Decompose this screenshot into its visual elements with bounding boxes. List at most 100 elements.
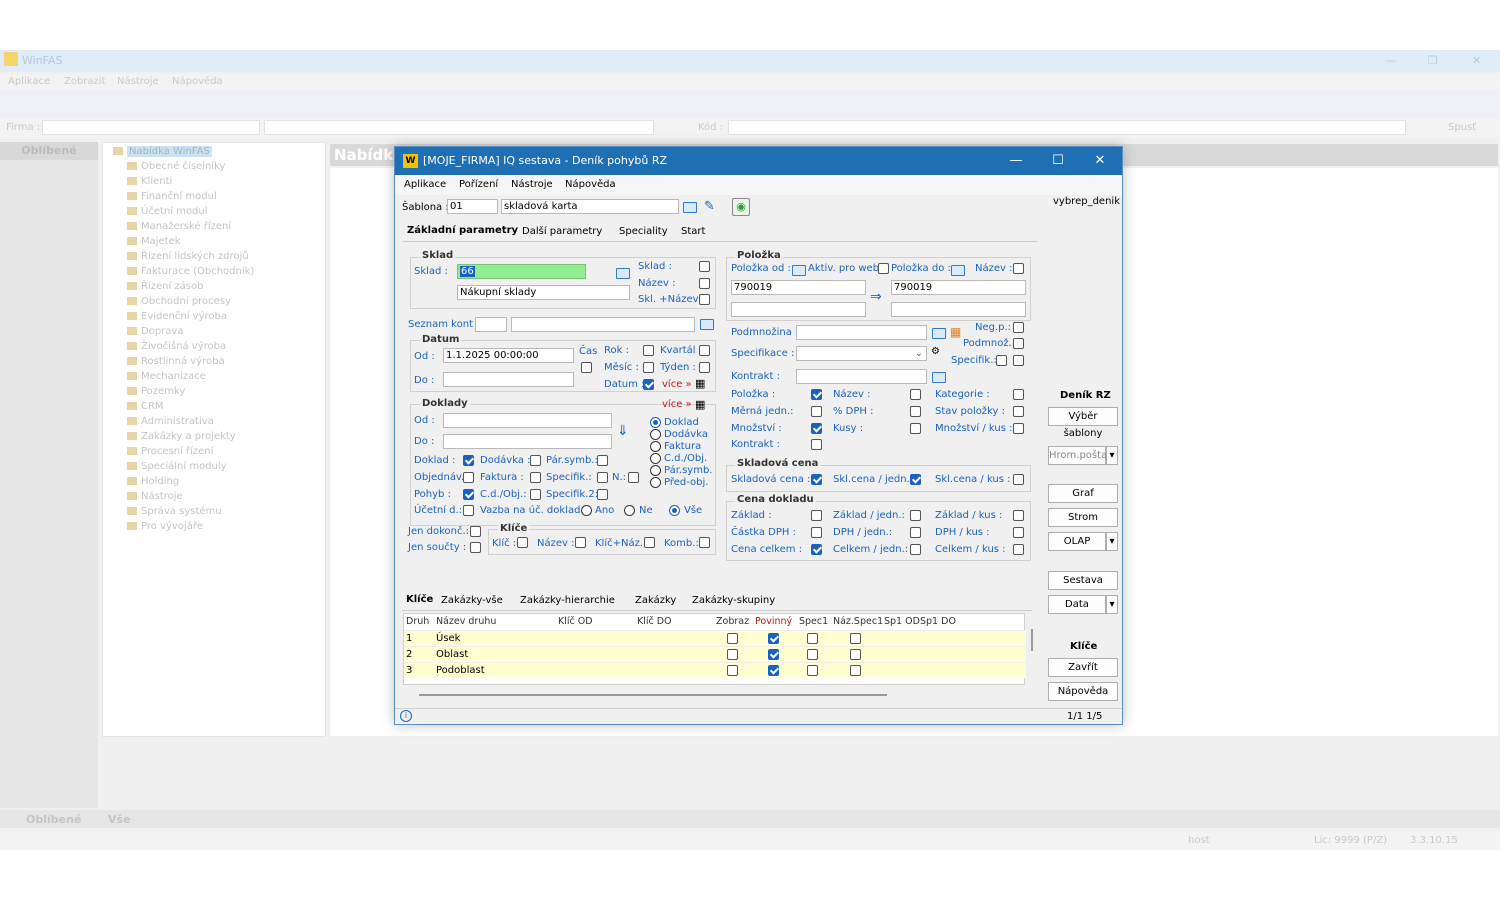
col-povinny[interactable]: Povinný (755, 616, 792, 627)
col-nazev-druhu[interactable]: Název druhu (436, 616, 496, 627)
olap-button[interactable]: OLAP (1048, 532, 1106, 551)
zaklad-checkbox[interactable] (811, 510, 822, 521)
folder-icon[interactable] (792, 265, 806, 276)
datum-checkbox[interactable] (643, 379, 654, 390)
doklady-od-input[interactable] (443, 413, 612, 428)
radio-doklad[interactable] (650, 417, 661, 428)
horizontal-scrollbar[interactable] (419, 694, 887, 696)
footer-vse-tab[interactable]: Vše (108, 813, 131, 826)
kontrakt-input[interactable] (796, 369, 927, 384)
vazba-vse-radio[interactable] (669, 505, 680, 516)
specifik-p2-checkbox[interactable] (1013, 355, 1024, 366)
tree-item[interactable]: Řízení zásob (113, 281, 203, 292)
sablona-name-input[interactable]: skladová karta (501, 199, 679, 214)
row-nazspec1-checkbox[interactable] (850, 649, 861, 660)
tree-item[interactable]: Administrativa (113, 416, 214, 427)
info-icon[interactable]: i (400, 710, 412, 722)
dodavka-checkbox[interactable] (530, 455, 541, 466)
sestava-button[interactable]: Sestava (1048, 571, 1118, 590)
klicnaz-checkbox[interactable] (644, 537, 655, 548)
ucetni-checkbox[interactable] (463, 505, 474, 516)
rok-checkbox[interactable] (643, 345, 654, 356)
data-button[interactable]: Data (1048, 595, 1106, 614)
tree-item[interactable]: Pro vývojáře (113, 521, 203, 532)
podmnozina-input[interactable] (796, 325, 927, 340)
specifik-checkbox[interactable] (597, 472, 608, 483)
sklad-checkbox[interactable] (699, 261, 710, 272)
tab-speciality[interactable]: Speciality (619, 226, 668, 237)
tree-item[interactable]: Obchodní procesy (113, 296, 231, 307)
tab-zakladni-parametry[interactable]: Základní parametry (407, 225, 518, 236)
close-icon[interactable]: ✕ (1472, 54, 1481, 67)
klic-nazev-checkbox[interactable] (575, 537, 586, 548)
zaklad-jedn-checkbox[interactable] (910, 510, 921, 521)
vyber-sablony-button[interactable]: Výběr šablony (1048, 407, 1118, 439)
close-icon[interactable]: ✕ (1085, 151, 1115, 171)
row-zobraz-checkbox[interactable] (727, 665, 738, 676)
spust-button[interactable]: Spusť (1448, 122, 1476, 133)
polozka-od-name-input[interactable] (731, 302, 866, 317)
kontrakt2-checkbox[interactable] (811, 439, 822, 450)
seznam-kont-name-input[interactable] (511, 317, 695, 332)
row-zobraz-checkbox[interactable] (727, 649, 738, 660)
tab-zakazky-skupiny[interactable]: Zakázky-skupiny (692, 595, 775, 606)
tree-root[interactable]: Nabídka WinFAS (127, 146, 212, 157)
sklcena-jedn-checkbox[interactable] (910, 474, 921, 485)
tree-item[interactable]: Rostlinná výroba (113, 356, 225, 367)
folder-icon[interactable] (700, 319, 714, 330)
folder-icon[interactable] (951, 265, 965, 276)
menu-aplikace[interactable]: Aplikace (404, 179, 446, 190)
row-zobraz-checkbox[interactable] (727, 633, 738, 644)
castka-dph-checkbox[interactable] (811, 527, 822, 538)
podmnoz-checkbox[interactable] (1013, 338, 1024, 349)
objednav-checkbox[interactable] (463, 472, 474, 483)
arrow-right-icon[interactable]: ⇒ (870, 289, 882, 305)
tree-item[interactable]: Evidenční výroba (113, 311, 227, 322)
restore-icon[interactable]: ❐ (1428, 54, 1438, 67)
tab-klice[interactable]: Klíče (406, 594, 433, 605)
polozka-do-name-input[interactable] (891, 302, 1026, 317)
tree-item[interactable]: Fakturace (Obchodník) (113, 266, 254, 277)
arrow-down-icon[interactable]: ⇓ (617, 423, 629, 439)
tree-item[interactable]: Řízení lidských zdrojů (113, 251, 249, 262)
dph-kus-checkbox[interactable] (1013, 527, 1024, 538)
vazba-ano-radio[interactable] (581, 505, 592, 516)
radio-cdobj[interactable] (650, 453, 661, 464)
row-nazspec1-checkbox[interactable] (850, 633, 861, 644)
tab-zakazky-vse[interactable]: Zakázky-vše (441, 595, 503, 606)
calendar-icon[interactable]: ▦ (695, 398, 705, 411)
vazba-ne-radio[interactable] (624, 505, 635, 516)
tree-item[interactable]: Mechanizace (113, 371, 206, 382)
specifikace-select[interactable]: ⌄ (796, 346, 927, 361)
zavrit-button[interactable]: Zavřít (1048, 658, 1118, 677)
table-row[interactable]: 2 Oblast (404, 646, 1026, 662)
negp-checkbox[interactable] (1013, 322, 1024, 333)
dph-checkbox[interactable] (910, 406, 921, 417)
jen-soucty-checkbox[interactable] (470, 542, 481, 553)
pencil-icon[interactable]: ✎ (704, 199, 715, 214)
p-nazev-checkbox[interactable] (910, 389, 921, 400)
sablona-code-input[interactable]: 01 (447, 199, 498, 214)
firma-input[interactable] (42, 120, 260, 135)
tab-start[interactable]: Start (681, 226, 705, 237)
specifik2-checkbox[interactable] (597, 489, 608, 500)
kategorie-checkbox[interactable] (1013, 389, 1024, 400)
aktiv-web-checkbox[interactable] (878, 263, 889, 274)
calendar-icon[interactable]: ▦ (695, 377, 705, 390)
kod-input[interactable] (728, 120, 1406, 135)
tree-item[interactable]: Majetek (113, 236, 181, 247)
tyden-checkbox[interactable] (699, 362, 710, 373)
datum-od-input[interactable]: 1.1.2025 00:00:00 (443, 348, 574, 363)
p-polozka-checkbox[interactable] (811, 389, 822, 400)
doklad-checkbox[interactable] (463, 455, 474, 466)
tab-zakazky-hierarchie[interactable]: Zakázky-hierarchie (520, 595, 615, 606)
tree-item[interactable]: Zakázky a projekty (113, 431, 236, 442)
radio-predobj[interactable] (650, 477, 661, 488)
row-spec1-checkbox[interactable] (807, 633, 818, 644)
minimize-icon[interactable]: — (1385, 54, 1396, 67)
bg-menu-napoveda[interactable]: Nápověda (172, 76, 223, 87)
olap-dropdown[interactable]: ▾ (1106, 532, 1118, 551)
doklady-do-input[interactable] (443, 434, 612, 449)
vice-link[interactable]: více » (662, 399, 692, 410)
hrom-posta-dropdown[interactable]: ▾ (1106, 446, 1118, 465)
